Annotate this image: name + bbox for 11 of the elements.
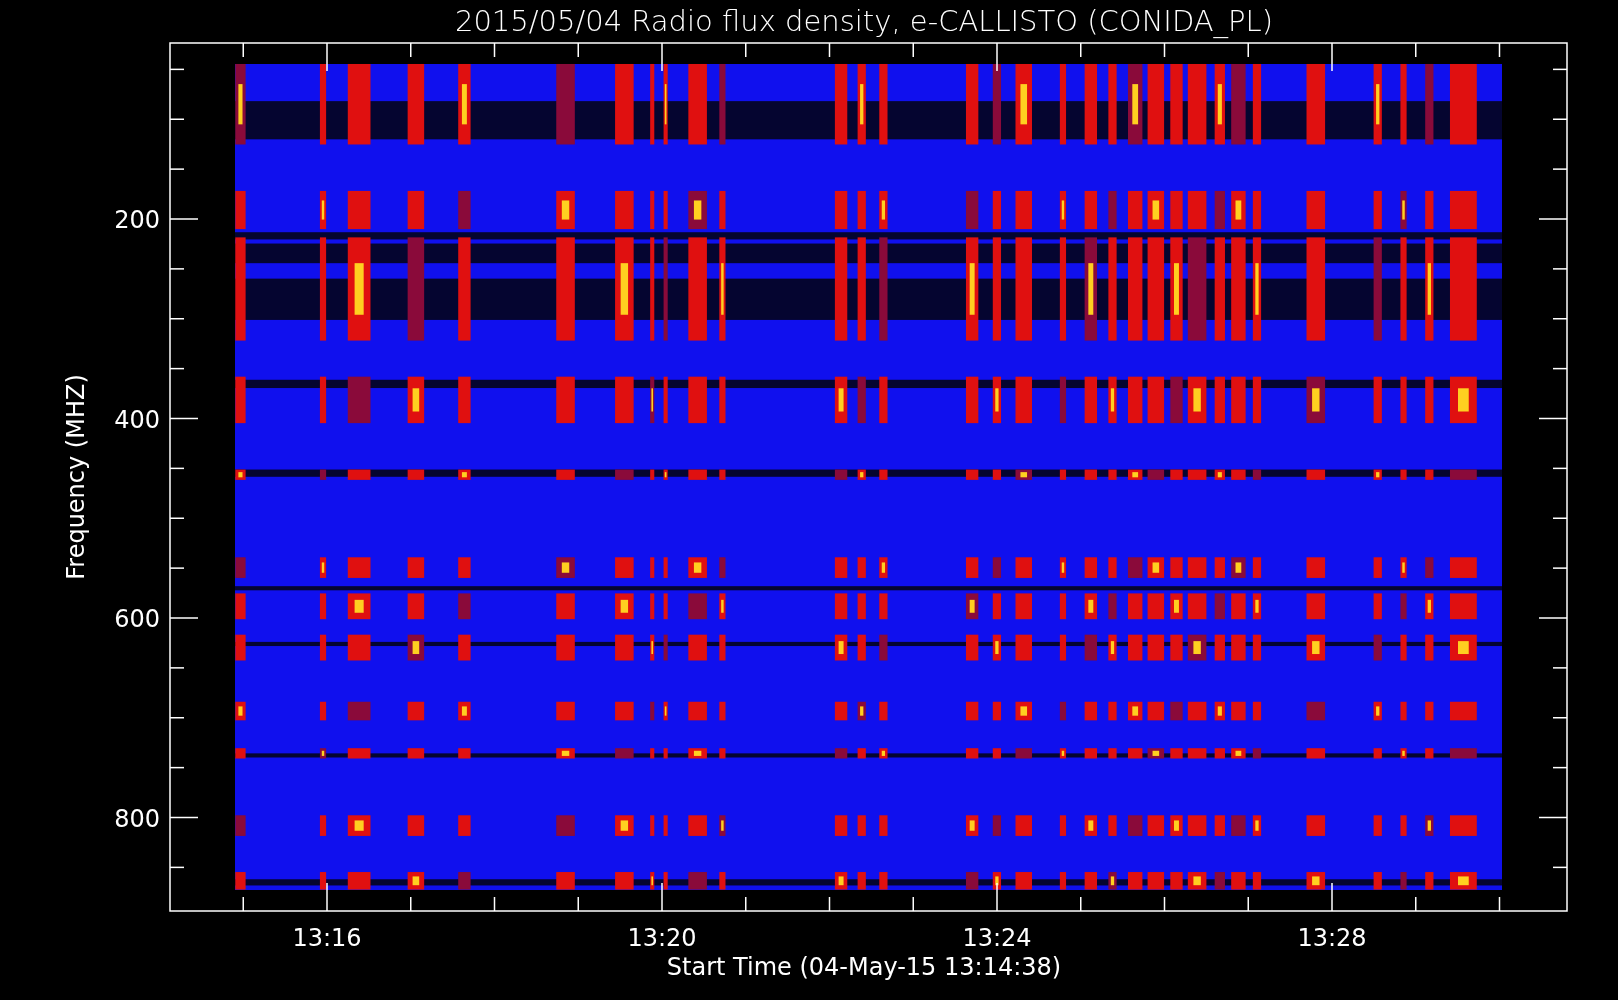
y-axis-label: Frequency (MHZ) [62,374,90,580]
y-tick-label: 600 [114,605,160,633]
x-tick-label: 13:20 [627,924,697,952]
x-tick-label: 13:16 [292,924,362,952]
y-tick-label: 400 [114,405,160,434]
plot-title: 2015/05/04 Radio flux density, e-CALLISTO (CONIDA_PL) [455,4,1273,38]
x-tick-label: 13:28 [1297,924,1367,952]
y-tick-label: 800 [114,804,160,833]
x-axis-label: Start Time (04-May-15 13:14:38) [666,953,1062,981]
y-tick-label: 200 [114,206,160,234]
x-tick-label: 13:24 [962,924,1032,952]
